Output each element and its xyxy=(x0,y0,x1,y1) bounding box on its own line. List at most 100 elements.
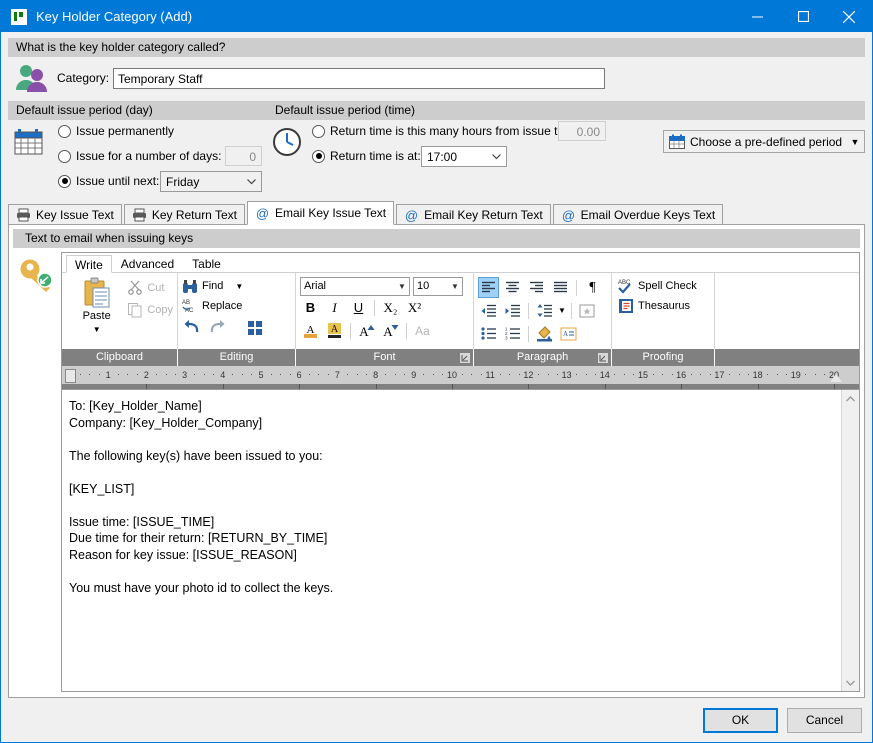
ribbon-group-editing: Find ▼ AB AC Replace xyxy=(178,273,296,349)
ribbon-tab-advanced[interactable]: Advanced xyxy=(112,254,183,272)
numbered-list-icon[interactable]: 1 2 3 xyxy=(502,323,523,344)
ribbon-tab-write[interactable]: Write xyxy=(66,255,112,273)
text-box-icon[interactable]: A xyxy=(558,323,579,344)
dialog-launcher-icon[interactable] xyxy=(598,352,608,363)
italic-button[interactable]: I xyxy=(324,297,345,318)
issue-day-header: Default issue period (day) xyxy=(8,101,267,120)
category-label: Category: xyxy=(57,71,110,85)
shrink-font-icon[interactable]: A xyxy=(380,320,401,341)
find-button[interactable]: Find ▼ xyxy=(182,276,291,296)
category-input[interactable]: Temporary Staff xyxy=(113,67,605,89)
superscript-button[interactable]: X² xyxy=(404,297,425,318)
borders-icon[interactable] xyxy=(577,300,598,321)
line-spacing-icon[interactable] xyxy=(534,300,555,321)
spell-check-button[interactable]: ABC Spell Check xyxy=(618,276,710,296)
copy-button[interactable]: Copy xyxy=(127,300,173,320)
close-button[interactable] xyxy=(826,1,872,32)
ruler-tick xyxy=(671,374,673,375)
return-time-value: 17:00 xyxy=(427,149,458,164)
align-center-icon[interactable] xyxy=(502,277,523,298)
until-next-day-select[interactable]: Friday xyxy=(160,171,262,192)
ruler-bar-tick xyxy=(604,384,606,389)
bold-button[interactable]: B xyxy=(300,297,321,318)
grow-font-icon[interactable]: A xyxy=(356,320,377,341)
ok-button[interactable]: OK xyxy=(703,707,778,733)
chevron-down-icon[interactable]: ▼ xyxy=(558,306,566,315)
ruler-number: 14 xyxy=(599,370,610,380)
replace-button[interactable]: AB AC Replace xyxy=(182,296,291,316)
underline-button[interactable]: U xyxy=(348,297,369,318)
scroll-down-arrow-icon[interactable] xyxy=(846,674,855,691)
scroll-up-arrow-icon[interactable] xyxy=(846,390,855,407)
paste-button[interactable]: Paste ▼ xyxy=(66,276,127,346)
ruler-number: 5 xyxy=(258,370,264,380)
chevron-down-icon[interactable]: ▼ xyxy=(93,325,101,334)
radio-return-hours-from-issue[interactable]: Return time is this many hours from issu… xyxy=(312,124,580,138)
ruler-tick xyxy=(127,374,129,375)
change-case-button[interactable]: Aa xyxy=(412,320,433,341)
copy-label: Copy xyxy=(147,304,173,316)
ruler-tick xyxy=(79,374,81,375)
shading-paint-icon[interactable] xyxy=(534,323,555,344)
radio-issue-until-next[interactable]: Issue until next: xyxy=(58,174,159,188)
align-left-icon[interactable] xyxy=(478,277,499,298)
increase-indent-icon[interactable] xyxy=(502,300,523,321)
dialog-launcher-icon[interactable] xyxy=(460,352,470,363)
footer-paragraph: Paragraph xyxy=(474,349,612,366)
ruler[interactable]: 1 2 3 4 5 6 7 8 9 10 11 12 13 14 15 16 17 18 19 20 xyxy=(62,367,859,384)
ribbon-tab-table[interactable]: Table xyxy=(183,254,230,272)
select-grid-icon[interactable] xyxy=(244,317,265,338)
redo-arrow-icon[interactable] xyxy=(206,317,227,338)
right-indent-marker[interactable] xyxy=(830,374,842,382)
vertical-scrollbar[interactable] xyxy=(841,390,859,691)
thesaurus-button[interactable]: Thesaurus xyxy=(618,296,710,316)
ruler-tick xyxy=(232,374,234,375)
font-color-a-icon[interactable]: A xyxy=(300,320,321,341)
tab-label: Email Overdue Keys Text xyxy=(580,207,716,222)
radio-return-time-at[interactable]: Return time is at: xyxy=(312,149,421,163)
ruler-tick xyxy=(824,374,826,375)
category-section-header: What is the key holder category called? xyxy=(8,38,865,57)
left-indent-marker[interactable] xyxy=(65,369,76,383)
undo-arrow-icon[interactable] xyxy=(182,317,203,338)
subscript-button[interactable]: X₂ xyxy=(380,297,401,318)
ruler-tick xyxy=(805,374,807,375)
email-body-text[interactable]: To: [Key_Holder_Name] Company: [Key_Hold… xyxy=(62,390,841,691)
tab-email-overdue-keys-text[interactable]: @ Email Overdue Keys Text xyxy=(552,204,724,225)
ruler-number: 18 xyxy=(752,370,763,380)
decrease-indent-icon[interactable] xyxy=(478,300,499,321)
align-justify-icon[interactable] xyxy=(550,277,571,298)
days-number-input[interactable]: 0 xyxy=(225,146,262,166)
ruler-bar-tick xyxy=(528,384,530,389)
font-family-select[interactable]: Arial ▼ xyxy=(300,276,410,296)
radio-issue-until-label: Issue until next: xyxy=(76,174,160,188)
hours-number-input[interactable]: 0.00 xyxy=(558,121,606,141)
ruler-tick xyxy=(728,374,730,375)
tab-email-key-return-text[interactable]: @ Email Key Return Text xyxy=(396,204,551,225)
cancel-button[interactable]: Cancel xyxy=(787,707,862,733)
radio-issue-number-of-days[interactable]: Issue for a number of days: xyxy=(58,149,221,163)
find-label: Find xyxy=(202,280,224,292)
tab-email-key-issue-text[interactable]: @ Email Key Issue Text xyxy=(246,201,395,225)
text-highlight-icon[interactable]: A xyxy=(324,320,345,341)
tab-key-return-text[interactable]: Key Return Text xyxy=(123,204,245,225)
minimize-button[interactable] xyxy=(734,1,780,32)
ruler-tick xyxy=(776,374,778,375)
pilcrow-icon[interactable]: ¶ xyxy=(582,277,603,298)
return-time-select[interactable]: 17:00 xyxy=(421,146,507,167)
ribbon-group-paragraph: ¶ ▼ 1 2 3 A xyxy=(474,273,612,349)
bullet-list-icon[interactable] xyxy=(478,323,499,344)
align-right-icon[interactable] xyxy=(526,277,547,298)
maximize-button[interactable] xyxy=(780,1,826,32)
cut-button[interactable]: Cut xyxy=(127,278,173,298)
svg-text:@: @ xyxy=(562,208,575,223)
font-size-select[interactable]: 10 ▼ xyxy=(413,276,463,296)
tab-label: Key Return Text xyxy=(151,207,237,222)
tab-key-issue-text[interactable]: Key Issue Text xyxy=(8,204,122,225)
ruler-tick xyxy=(327,374,329,375)
ribbon-tabs: Write Advanced Table xyxy=(62,253,859,273)
predefined-period-dropdown[interactable]: Choose a pre-defined period ▼ xyxy=(663,130,865,153)
ruler-bar-tick xyxy=(299,384,301,389)
radio-issue-permanently[interactable]: Issue permanently xyxy=(58,124,174,138)
chevron-down-icon[interactable]: ▼ xyxy=(235,282,243,291)
